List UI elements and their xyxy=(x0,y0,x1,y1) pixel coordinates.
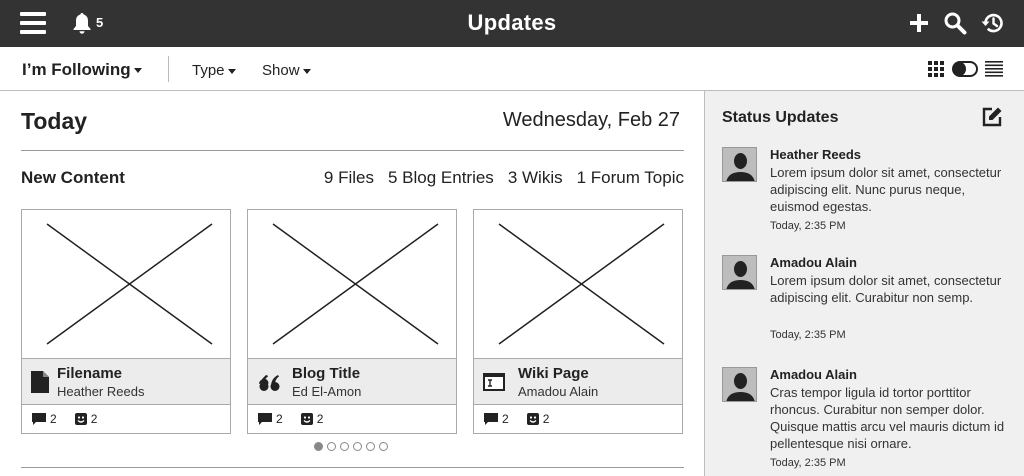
like-count: 2 xyxy=(316,412,324,426)
panel-title: Status Updates xyxy=(722,109,839,126)
like-count: 2 xyxy=(90,412,98,426)
following-label: I’m Following xyxy=(22,60,131,79)
date-label: Wednesday, Feb 27 xyxy=(502,109,680,131)
wiki-icon xyxy=(483,373,505,396)
wikis-count-link[interactable]: 3 Wikis xyxy=(508,168,563,188)
carousel-dot[interactable] xyxy=(366,442,375,451)
content-card-wiki[interactable]: Wiki Page Amadou Alain 2 2 xyxy=(473,209,683,434)
carousel-dot[interactable] xyxy=(327,442,336,451)
search-icon[interactable] xyxy=(943,11,967,35)
card-author: Ed El-Amon xyxy=(292,384,362,399)
carousel-pagination xyxy=(314,442,388,451)
like-icon xyxy=(74,413,87,425)
image-placeholder xyxy=(22,210,230,358)
content-card-blog[interactable]: Blog Title Ed El-Amon 2 2 xyxy=(247,209,457,434)
page-title: Updates xyxy=(467,10,557,35)
card-stats: 2 2 xyxy=(484,412,549,426)
section-heading: Today xyxy=(21,108,88,134)
type-label: Type xyxy=(192,62,225,79)
image-placeholder xyxy=(248,210,456,358)
carousel-dot[interactable] xyxy=(314,442,323,451)
following-dropdown[interactable]: I’m Following xyxy=(22,60,142,80)
chevron-down-icon xyxy=(227,68,236,74)
card-info: Blog Title Ed El-Amon xyxy=(248,358,456,405)
image-placeholder xyxy=(474,210,682,358)
comment-icon xyxy=(258,413,272,425)
show-dropdown[interactable]: Show xyxy=(262,62,311,79)
update-author[interactable]: Amadou Alain xyxy=(770,367,857,382)
update-author[interactable]: Amadou Alain xyxy=(770,255,857,270)
chevron-down-icon xyxy=(302,68,311,74)
toggle-icon[interactable] xyxy=(952,61,978,82)
avatar[interactable] xyxy=(722,147,757,182)
update-author[interactable]: Heather Reeds xyxy=(770,147,861,162)
history-icon[interactable] xyxy=(980,11,1004,35)
card-info: Filename Heather Reeds xyxy=(22,358,230,405)
update-time: Today, 2:35 PM xyxy=(770,220,846,232)
status-update-item: Amadou Alain Lorem ipsum dolor sit amet,… xyxy=(722,255,1012,345)
card-info: Wiki Page Amadou Alain xyxy=(474,358,682,405)
comment-icon xyxy=(484,413,498,425)
forum-topic-count-link[interactable]: 1 Forum Topic xyxy=(577,168,684,188)
quote-icon xyxy=(259,374,281,397)
card-title: Wiki Page xyxy=(518,365,589,382)
avatar[interactable] xyxy=(722,255,757,290)
like-icon xyxy=(300,413,313,425)
top-bar: 5 Updates xyxy=(0,0,1024,47)
carousel-dot[interactable] xyxy=(353,442,362,451)
card-stats: 2 2 xyxy=(258,412,323,426)
divider xyxy=(21,150,684,151)
main-content: Today Wednesday, Feb 27 New Content 9 Fi… xyxy=(0,91,704,476)
card-stats: 2 2 xyxy=(32,412,97,426)
comment-count: 2 xyxy=(276,412,283,426)
update-text: Cras tempor ligula id tortor porttitor r… xyxy=(770,385,1005,451)
update-time: Today, 2:35 PM xyxy=(770,457,846,469)
card-author: Amadou Alain xyxy=(518,384,599,399)
new-content-heading: New Content xyxy=(21,168,125,187)
content-card-file[interactable]: Filename Heather Reeds 2 2 xyxy=(21,209,231,434)
avatar[interactable] xyxy=(722,367,757,402)
update-time: Today, 2:35 PM xyxy=(770,329,846,341)
carousel-dot[interactable] xyxy=(379,442,388,451)
carousel-dot[interactable] xyxy=(340,442,349,451)
like-count: 2 xyxy=(542,412,550,426)
like-icon xyxy=(526,413,539,425)
card-author: Heather Reeds xyxy=(57,384,145,399)
status-updates-panel: Status Updates Heather Reeds Lorem ipsum… xyxy=(704,91,1024,476)
card-title: Filename xyxy=(57,365,123,382)
comment-icon xyxy=(32,413,46,425)
status-update-item: Heather Reeds Lorem ipsum dolor sit amet… xyxy=(722,147,1012,237)
comment-count: 2 xyxy=(502,412,509,426)
file-icon xyxy=(31,371,49,398)
chevron-down-icon xyxy=(133,68,142,74)
update-text: Lorem ipsum dolor sit amet, consectetur … xyxy=(770,165,1002,214)
status-update-item: Amadou Alain Cras tempor ligula id torto… xyxy=(722,367,1012,472)
filter-bar: I’m Following Type Show xyxy=(0,47,1024,91)
files-count-link[interactable]: 9 Files xyxy=(324,168,374,188)
grid-view-icon[interactable] xyxy=(928,61,944,82)
card-title: Blog Title xyxy=(292,365,361,382)
compose-icon[interactable] xyxy=(981,106,1003,128)
list-view-icon[interactable] xyxy=(985,61,1003,82)
divider xyxy=(168,56,169,82)
plus-icon[interactable] xyxy=(907,11,931,35)
show-label: Show xyxy=(262,62,300,79)
type-dropdown[interactable]: Type xyxy=(192,62,236,79)
content-counts: 9 Files 5 Blog Entries 3 Wikis 1 Forum T… xyxy=(324,168,684,188)
blog-entries-count-link[interactable]: 5 Blog Entries xyxy=(388,168,494,188)
comment-count: 2 xyxy=(50,412,57,426)
update-text: Lorem ipsum dolor sit amet, consectetur … xyxy=(770,273,1002,305)
divider xyxy=(21,467,684,468)
